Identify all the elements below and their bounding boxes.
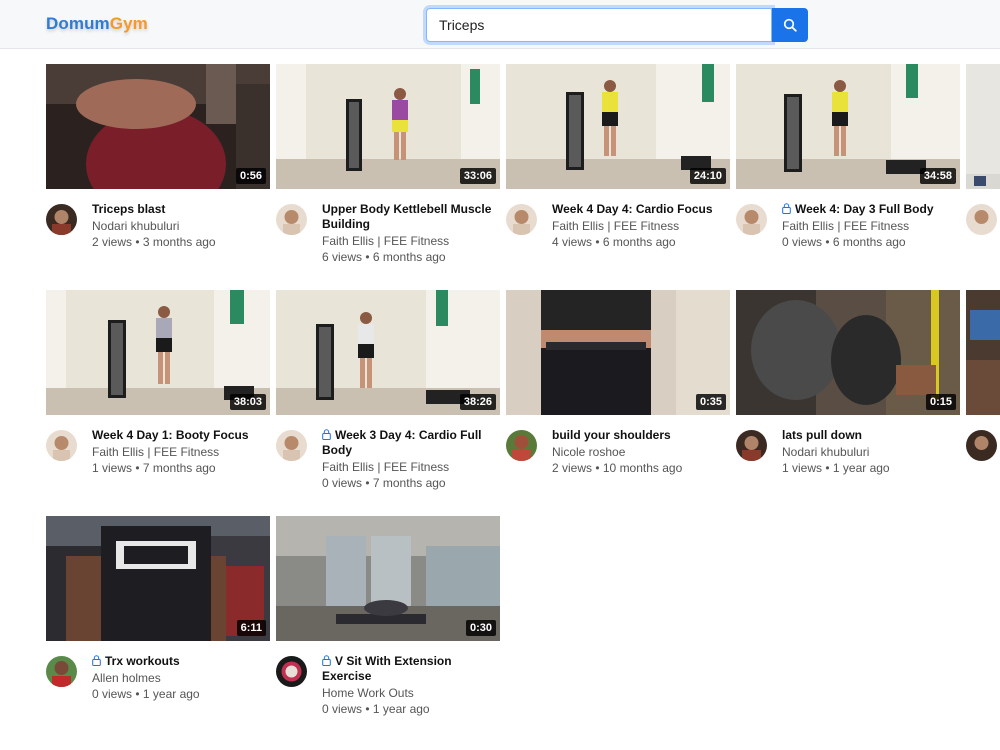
video-card[interactable]: 38:03 Week 4 Day 1: Booty Focus Faith El…: [46, 290, 270, 505]
video-duration: 38:03: [229, 394, 266, 410]
video-title[interactable]: Triceps blast: [92, 202, 270, 217]
channel-name[interactable]: Faith Ellis | FEE Fitness: [322, 459, 500, 475]
video-card[interactable]: 6:11 Trx workouts Allen holmes 0 views •…: [46, 516, 270, 731]
channel-name[interactable]: Faith Ellis | FEE Fitness: [92, 444, 270, 460]
avatar[interactable]: [506, 430, 537, 461]
video-duration: 38:26: [459, 394, 496, 410]
video-duration: 0:35: [695, 394, 726, 410]
channel-name[interactable]: Nicole roshoe: [552, 444, 730, 460]
video-thumbnail[interactable]: 33:06: [276, 64, 500, 189]
avatar[interactable]: [276, 656, 307, 687]
video-title[interactable]: lats pull down: [782, 428, 960, 443]
avatar[interactable]: [736, 430, 767, 461]
avatar[interactable]: [276, 430, 307, 461]
channel-name[interactable]: Home Work Outs: [322, 685, 500, 701]
lock-icon: [322, 655, 331, 666]
video-duration: 34:58: [919, 168, 956, 184]
video-thumbnail[interactable]: 0:56: [46, 64, 270, 189]
lock-icon: [92, 655, 101, 666]
video-stats: 2 views • 3 months ago: [92, 235, 216, 249]
video-thumbnail[interactable]: [966, 64, 1000, 189]
avatar[interactable]: [506, 204, 537, 235]
channel-name[interactable]: Faith Ellis | FEE Fitness: [322, 233, 500, 249]
channel-name[interactable]: Nodari khubuluri: [92, 218, 270, 234]
video-stats: 1 views • 7 months ago: [92, 461, 216, 475]
video-card[interactable]: 38:26 Week 3 Day 4: Cardio Full Body Fai…: [276, 290, 500, 505]
channel-name[interactable]: Faith Ellis | FEE Fitness: [552, 218, 730, 234]
channel-name[interactable]: Faith Ellis | FEE Fitness: [782, 218, 960, 234]
video-duration: 0:15: [925, 394, 956, 410]
video-stats: 0 views • 1 year ago: [322, 702, 430, 716]
video-duration: 24:10: [689, 168, 726, 184]
avatar[interactable]: [46, 656, 77, 687]
video-card[interactable]: 0:56 Triceps blast Nodari khubuluri 2 vi…: [46, 64, 270, 279]
video-card-partial[interactable]: [966, 290, 1000, 505]
video-card[interactable]: 0:30 V Sit With Extension Exercise Home …: [276, 516, 500, 731]
channel-name[interactable]: Allen holmes: [92, 670, 270, 686]
video-card[interactable]: 34:58 Week 4: Day 3 Full Body Faith Elli…: [736, 64, 960, 279]
video-duration: 6:11: [236, 620, 266, 636]
avatar[interactable]: [46, 204, 77, 235]
video-stats: 4 views • 6 months ago: [552, 235, 676, 249]
lock-icon: [782, 203, 791, 214]
video-card[interactable]: 0:35 build your shoulders Nicole roshoe …: [506, 290, 730, 505]
video-stats: 0 views • 1 year ago: [92, 687, 200, 701]
video-stats: 0 views • 6 months ago: [782, 235, 906, 249]
video-stats: 0 views • 7 months ago: [322, 476, 446, 490]
video-stats: 2 views • 10 months ago: [552, 461, 683, 475]
video-title[interactable]: Week 4 Day 1: Booty Focus: [92, 428, 270, 443]
video-thumbnail[interactable]: 6:11: [46, 516, 270, 641]
video-card[interactable]: 33:06 Upper Body Kettlebell Muscle Build…: [276, 64, 500, 279]
avatar[interactable]: [966, 430, 997, 461]
video-title[interactable]: Week 4 Day 4: Cardio Focus: [552, 202, 730, 217]
video-thumbnail[interactable]: [966, 290, 1000, 415]
avatar[interactable]: [46, 430, 77, 461]
video-thumbnail[interactable]: 34:58: [736, 64, 960, 189]
video-thumbnail[interactable]: 0:15: [736, 290, 960, 415]
video-title[interactable]: Week 4: Day 3 Full Body: [782, 202, 960, 217]
video-title[interactable]: Week 3 Day 4: Cardio Full Body: [322, 428, 500, 458]
video-stats: 1 views • 1 year ago: [782, 461, 890, 475]
video-thumbnail[interactable]: 38:03: [46, 290, 270, 415]
video-thumbnail[interactable]: 0:35: [506, 290, 730, 415]
video-title[interactable]: Upper Body Kettlebell Muscle Building: [322, 202, 500, 232]
lock-icon: [322, 429, 331, 440]
video-thumbnail[interactable]: 24:10: [506, 64, 730, 189]
video-title[interactable]: Trx workouts: [92, 654, 270, 669]
video-thumbnail[interactable]: 38:26: [276, 290, 500, 415]
channel-name[interactable]: Nodari khubuluri: [782, 444, 960, 460]
video-card[interactable]: 24:10 Week 4 Day 4: Cardio Focus Faith E…: [506, 64, 730, 279]
video-stats: 6 views • 6 months ago: [322, 250, 446, 264]
video-thumbnail[interactable]: 0:30: [276, 516, 500, 641]
video-card[interactable]: 0:15 lats pull down Nodari khubuluri 1 v…: [736, 290, 960, 505]
video-duration: 0:56: [235, 168, 266, 184]
video-duration: 0:30: [465, 620, 496, 636]
video-duration: 33:06: [459, 168, 496, 184]
video-title[interactable]: V Sit With Extension Exercise: [322, 654, 500, 684]
avatar[interactable]: [966, 204, 997, 235]
video-card-partial[interactable]: [966, 64, 1000, 279]
video-grid: 0:56 Triceps blast Nodari khubuluri 2 vi…: [0, 0, 1000, 750]
avatar[interactable]: [736, 204, 767, 235]
video-title[interactable]: build your shoulders: [552, 428, 730, 443]
avatar[interactable]: [276, 204, 307, 235]
